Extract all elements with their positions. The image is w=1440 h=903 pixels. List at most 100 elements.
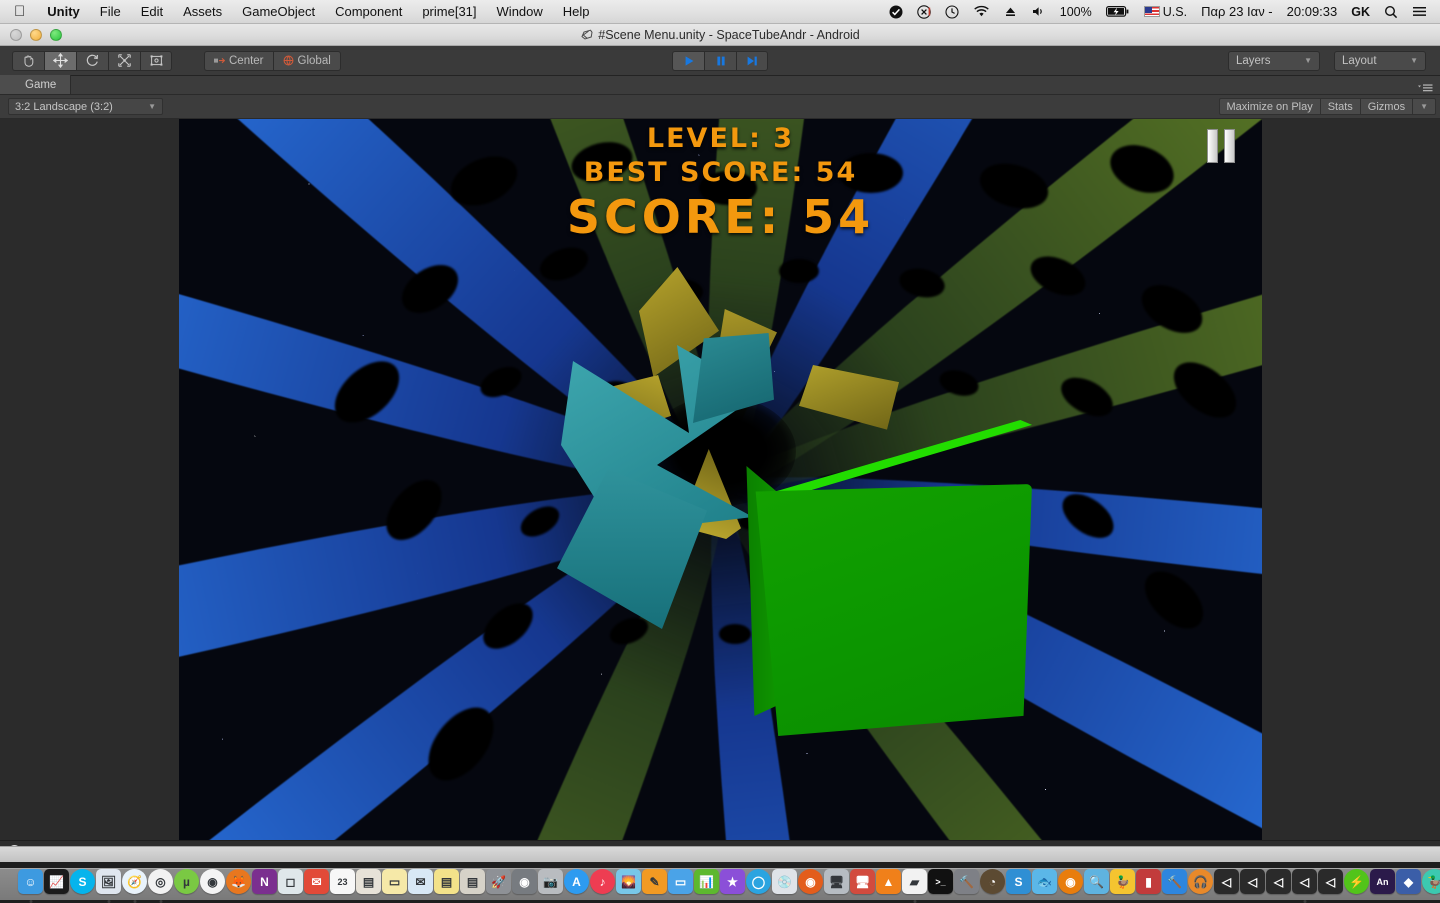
dock-icon-itunes[interactable]: ♪ — [590, 869, 615, 894]
eject-icon[interactable] — [997, 0, 1024, 24]
dock-icon-notes[interactable]: ▭ — [382, 869, 407, 894]
dock-icon-prezi[interactable]: ⚡ — [1344, 869, 1369, 894]
dock-icon-onenote[interactable]: N — [252, 869, 277, 894]
menubar-clock[interactable]: 20:09:33 — [1280, 0, 1345, 24]
dock-icon-source-tree[interactable]: ◆ — [1396, 869, 1421, 894]
user-initials[interactable]: GK — [1344, 0, 1377, 24]
menu-item-gameobject[interactable]: GameObject — [232, 0, 325, 24]
dock-icon-launchpad[interactable]: 🚀 — [486, 869, 511, 894]
stats-button[interactable]: Stats — [1320, 98, 1360, 115]
notification-center-icon[interactable] — [1405, 0, 1434, 24]
dock-icon-calendar[interactable]: 23 — [330, 869, 355, 894]
dock-icon-xcode-tool[interactable]: 🔨 — [954, 869, 979, 894]
rotate-tool-button[interactable] — [76, 51, 108, 71]
gizmos-dropdown[interactable]: ▼ — [1412, 98, 1436, 115]
dock-icon-screen-sharing[interactable]: 🖥 — [850, 869, 875, 894]
dock-icon-skype[interactable]: S — [70, 869, 95, 894]
dock-icon-dvd-player[interactable]: ◉ — [512, 869, 537, 894]
dock-icon-adobe-animate[interactable]: An — [1370, 869, 1395, 894]
dock-icon-numbers[interactable]: 📊 — [694, 869, 719, 894]
pause-button[interactable] — [704, 51, 736, 71]
panel-options-icon[interactable] — [1416, 82, 1440, 94]
dock-icon-maxthon[interactable]: ◎ — [148, 869, 173, 894]
dock-icon-photo-booth[interactable]: ◯ — [746, 869, 771, 894]
dock-icon-unity-hub[interactable]: ◻ — [278, 869, 303, 894]
dock-icon-skype-call[interactable]: 🎧 — [1188, 869, 1213, 894]
dock-icon-terminal[interactable]: >_ — [928, 869, 953, 894]
game-viewport[interactable]: LEVEL: 3 BEST SCORE: 54 SCORE: 54 — [179, 119, 1262, 840]
maximize-on-play-button[interactable]: Maximize on Play — [1219, 98, 1320, 115]
in-game-pause-button[interactable] — [1204, 127, 1238, 165]
gizmos-button[interactable]: Gizmos — [1360, 98, 1412, 115]
menu-item-unity[interactable]: Unity — [37, 0, 90, 24]
menu-item-edit[interactable]: Edit — [131, 0, 173, 24]
menu-item-assets[interactable]: Assets — [173, 0, 232, 24]
menu-item-component[interactable]: Component — [325, 0, 412, 24]
dock-icon-imovie[interactable]: ★ — [720, 869, 745, 894]
spotlight-search-icon[interactable] — [1377, 0, 1405, 24]
dock-icon-unity-4[interactable]: ◁ — [1292, 869, 1317, 894]
dock-icon-gimp[interactable]: ◔ — [980, 869, 1005, 894]
dock-icon-text-edit[interactable]: ▤ — [460, 869, 485, 894]
dock-icon-audio-app[interactable]: 🐟 — [1032, 869, 1057, 894]
menu-item-window[interactable]: Window — [487, 0, 553, 24]
play-button[interactable] — [672, 51, 704, 71]
dock-icon-mountain-duck[interactable]: 🦆 — [1422, 869, 1440, 894]
timemachine-icon[interactable] — [938, 0, 966, 24]
dock-icon-iphoto[interactable]: 🌄 — [616, 869, 641, 894]
dock-icon-keynote[interactable]: ▭ — [668, 869, 693, 894]
dock-icon-vlc[interactable]: ▲ — [876, 869, 901, 894]
menu-item-help[interactable]: Help — [553, 0, 600, 24]
dock-icon-sublime-text[interactable]: S — [1006, 869, 1031, 894]
dock-icon-google-chrome[interactable]: ◉ — [200, 869, 225, 894]
dock-icon-glyph: ◉ — [1065, 875, 1075, 889]
dock-icon-mail[interactable]: ✉ — [408, 869, 433, 894]
battery-charging-icon[interactable] — [1099, 0, 1137, 24]
step-button[interactable] — [736, 51, 768, 71]
hand-tool-button[interactable] — [12, 51, 44, 71]
dock-icon-stickies[interactable]: ▤ — [434, 869, 459, 894]
menu-item-file[interactable]: File — [90, 0, 131, 24]
dock-icon-mail-alt[interactable]: ✉ — [304, 869, 329, 894]
dock-icon-firefox-dev[interactable]: ◉ — [798, 869, 823, 894]
volume-icon[interactable] — [1024, 0, 1053, 24]
dock-icon-ida-pro[interactable]: ▮ — [1136, 869, 1161, 894]
wifi-icon[interactable] — [966, 0, 997, 24]
pivot-rotation-button[interactable]: Global — [273, 51, 341, 71]
dock-icon-activity-monitor[interactable]: 📈 — [44, 869, 69, 894]
dock-icon-remote-desktop[interactable]: 🖥 — [824, 869, 849, 894]
dock-icon-pages[interactable]: ✎ — [642, 869, 667, 894]
apple-logo-icon[interactable]:  — [0, 4, 37, 19]
pivot-mode-button[interactable]: Center — [204, 51, 273, 71]
dock-icon-unity-3[interactable]: ◁ — [1266, 869, 1291, 894]
rect-tool-button[interactable] — [140, 51, 172, 71]
input-source-flag[interactable]: U.S. — [1137, 0, 1194, 24]
dock-icon-pages-doc[interactable]: ▰ — [902, 869, 927, 894]
menubar-date[interactable]: Παρ 23 Ιαν - — [1194, 0, 1280, 24]
dock-icon-contacts[interactable]: ▤ — [356, 869, 381, 894]
dock-icon-preview[interactable]: 🖼 — [96, 869, 121, 894]
dock-icon-unity-2[interactable]: ◁ — [1240, 869, 1265, 894]
layers-dropdown[interactable]: Layers ▼ — [1228, 51, 1320, 71]
dock-icon-finder[interactable]: ☺ — [18, 869, 43, 894]
scale-tool-button[interactable] — [108, 51, 140, 71]
tab-game[interactable]: Game — [0, 75, 71, 94]
dock-icon-utorrent[interactable]: µ — [174, 869, 199, 894]
dock-icon-domain-search[interactable]: 🔍 — [1084, 869, 1109, 894]
dock-icon-unity-1[interactable]: ◁ — [1214, 869, 1239, 894]
dock-icon-cyberduck[interactable]: 🦆 — [1110, 869, 1135, 894]
dock-icon-disk-utility[interactable]: 💿 — [772, 869, 797, 894]
dropbox-icon[interactable] — [882, 0, 910, 24]
dock-icon-blender[interactable]: ◉ — [1058, 869, 1083, 894]
dock-icon-app-store[interactable]: A — [564, 869, 589, 894]
menu-item-prime31[interactable]: prime[31] — [412, 0, 486, 24]
dock-icon-safari[interactable]: 🧭 — [122, 869, 147, 894]
bluetooth-off-icon[interactable] — [910, 0, 938, 24]
aspect-ratio-dropdown[interactable]: 3:2 Landscape (3:2) ▼ — [8, 98, 163, 115]
layout-dropdown[interactable]: Layout ▼ — [1334, 51, 1426, 71]
dock-icon-firefox[interactable]: 🦊 — [226, 869, 251, 894]
dock-icon-unity-5[interactable]: ◁ — [1318, 869, 1343, 894]
dock-icon-image-capture[interactable]: 📷 — [538, 869, 563, 894]
dock-icon-xcode[interactable]: 🔨 — [1162, 869, 1187, 894]
move-tool-button[interactable] — [44, 51, 76, 71]
